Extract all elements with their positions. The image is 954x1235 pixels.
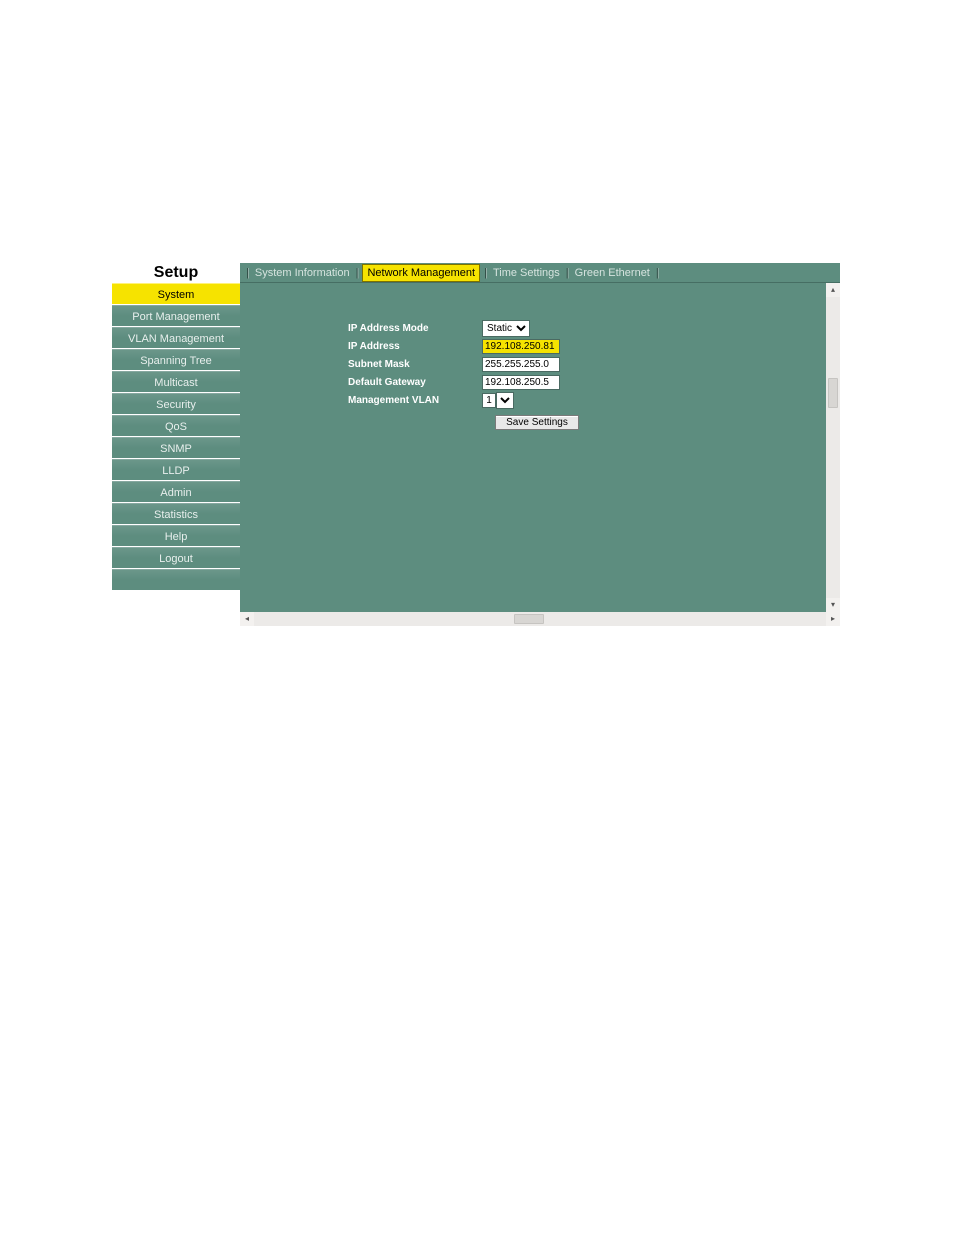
main-row: System Port Management VLAN Management S… <box>112 283 840 626</box>
input-ip-address[interactable] <box>482 339 560 354</box>
tab-system-information[interactable]: System Information <box>253 267 352 279</box>
sidebar-item-security[interactable]: Security <box>112 393 240 415</box>
row-ip-address: IP Address <box>348 337 592 355</box>
select-ip-mode[interactable]: Static <box>482 320 530 337</box>
network-form: IP Address Mode Static IP Address Subnet… <box>348 319 592 430</box>
content-pane: IP Address Mode Static IP Address Subnet… <box>240 283 840 612</box>
horizontal-scrollbar[interactable]: ◂ ▸ <box>240 612 840 626</box>
row-default-gateway: Default Gateway <box>348 373 592 391</box>
vlan-control: 1 <box>482 392 514 409</box>
input-default-gateway[interactable] <box>482 375 560 390</box>
sidebar-item-blank <box>112 569 240 591</box>
sidebar: System Port Management VLAN Management S… <box>112 283 240 626</box>
select-management-vlan[interactable] <box>496 392 514 409</box>
row-management-vlan: Management VLAN 1 <box>348 391 592 409</box>
sidebar-item-system[interactable]: System <box>112 283 240 305</box>
content-wrap: IP Address Mode Static IP Address Subnet… <box>240 283 840 626</box>
save-settings-button[interactable]: Save Settings <box>495 415 579 430</box>
sidebar-item-vlan-management[interactable]: VLAN Management <box>112 327 240 349</box>
vlan-value: 1 <box>482 393 496 408</box>
button-row: Save Settings <box>482 415 592 430</box>
sidebar-item-snmp[interactable]: SNMP <box>112 437 240 459</box>
top-row: Setup | System Information | Network Man… <box>112 263 840 283</box>
sidebar-item-statistics[interactable]: Statistics <box>112 503 240 525</box>
sidebar-item-port-management[interactable]: Port Management <box>112 305 240 327</box>
tab-separator: | <box>480 267 491 279</box>
label-subnet-mask: Subnet Mask <box>348 359 482 370</box>
tab-separator: | <box>352 267 363 279</box>
horizontal-scroll-track[interactable] <box>254 612 826 626</box>
scroll-left-icon[interactable]: ◂ <box>240 612 254 626</box>
tab-separator: | <box>562 267 573 279</box>
row-ip-mode: IP Address Mode Static <box>348 319 592 337</box>
label-ip-mode: IP Address Mode <box>348 323 482 334</box>
sidebar-item-multicast[interactable]: Multicast <box>112 371 240 393</box>
input-subnet-mask[interactable] <box>482 357 560 372</box>
tab-network-management[interactable]: Network Management <box>362 264 480 282</box>
scroll-right-icon[interactable]: ▸ <box>826 612 840 626</box>
label-default-gateway: Default Gateway <box>348 377 482 388</box>
sidebar-item-admin[interactable]: Admin <box>112 481 240 503</box>
scroll-up-icon[interactable]: ▴ <box>826 283 840 297</box>
label-ip-address: IP Address <box>348 341 482 352</box>
tab-time-settings[interactable]: Time Settings <box>491 267 562 279</box>
page-title: Setup <box>112 263 240 283</box>
app-frame: Setup | System Information | Network Man… <box>112 263 840 626</box>
scroll-down-icon[interactable]: ▾ <box>826 598 840 612</box>
tab-separator: | <box>652 267 663 279</box>
tabs-bar: | System Information | Network Managemen… <box>240 263 840 283</box>
sidebar-item-lldp[interactable]: LLDP <box>112 459 240 481</box>
vertical-scrollbar[interactable]: ▴ ▾ <box>826 283 840 612</box>
tab-green-ethernet[interactable]: Green Ethernet <box>573 267 652 279</box>
row-subnet-mask: Subnet Mask <box>348 355 592 373</box>
sidebar-item-help[interactable]: Help <box>112 525 240 547</box>
horizontal-scroll-thumb[interactable] <box>514 614 544 624</box>
sidebar-item-qos[interactable]: QoS <box>112 415 240 437</box>
label-management-vlan: Management VLAN <box>348 395 482 406</box>
tab-separator: | <box>242 267 253 279</box>
vertical-scroll-thumb[interactable] <box>828 378 838 408</box>
sidebar-item-spanning-tree[interactable]: Spanning Tree <box>112 349 240 371</box>
sidebar-item-logout[interactable]: Logout <box>112 547 240 569</box>
